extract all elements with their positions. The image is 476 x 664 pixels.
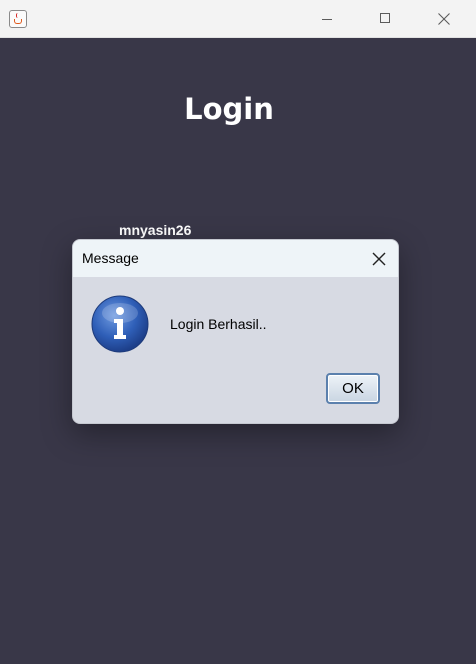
app-window: Login mnyasin26 Message Login Berhasil..… xyxy=(0,0,476,664)
close-window-button[interactable] xyxy=(420,0,466,38)
message-dialog: Message Login Berhasil.. OK xyxy=(72,239,399,424)
title-bar xyxy=(0,0,476,38)
dialog-message: Login Berhasil.. xyxy=(170,316,267,332)
page-title: Login xyxy=(184,92,274,126)
ok-button[interactable]: OK xyxy=(326,373,380,404)
close-icon xyxy=(438,13,450,25)
close-icon[interactable] xyxy=(371,251,387,267)
minimize-icon xyxy=(322,19,332,20)
java-icon[interactable] xyxy=(9,10,27,28)
dialog-header: Message xyxy=(73,240,398,277)
minimize-button[interactable] xyxy=(304,0,350,38)
username-label: mnyasin26 xyxy=(119,222,192,238)
maximize-button[interactable] xyxy=(362,0,408,38)
info-icon xyxy=(91,295,149,353)
dialog-title: Message xyxy=(82,250,139,266)
maximize-icon xyxy=(380,13,390,23)
